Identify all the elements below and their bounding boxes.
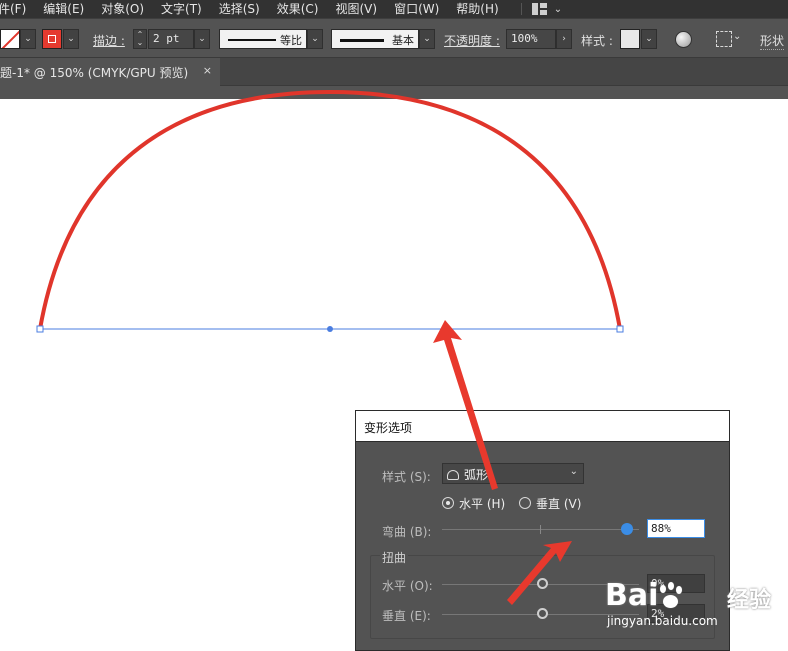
watermark-url: jingyan.baidu.com [607, 614, 718, 628]
red-arrow-up-icon [433, 320, 498, 490]
jingyan-text: 经验 [727, 588, 772, 613]
paw-icon [658, 581, 685, 610]
baidu-logo-text: Bai [605, 578, 659, 613]
annotation-layer [433, 320, 572, 605]
baidu-jingyan-watermark: Bai 经验 jingyan.baidu.com [603, 566, 771, 636]
red-arrow-to-slider-icon [507, 541, 572, 605]
baidu-logo: Bai [605, 578, 685, 613]
